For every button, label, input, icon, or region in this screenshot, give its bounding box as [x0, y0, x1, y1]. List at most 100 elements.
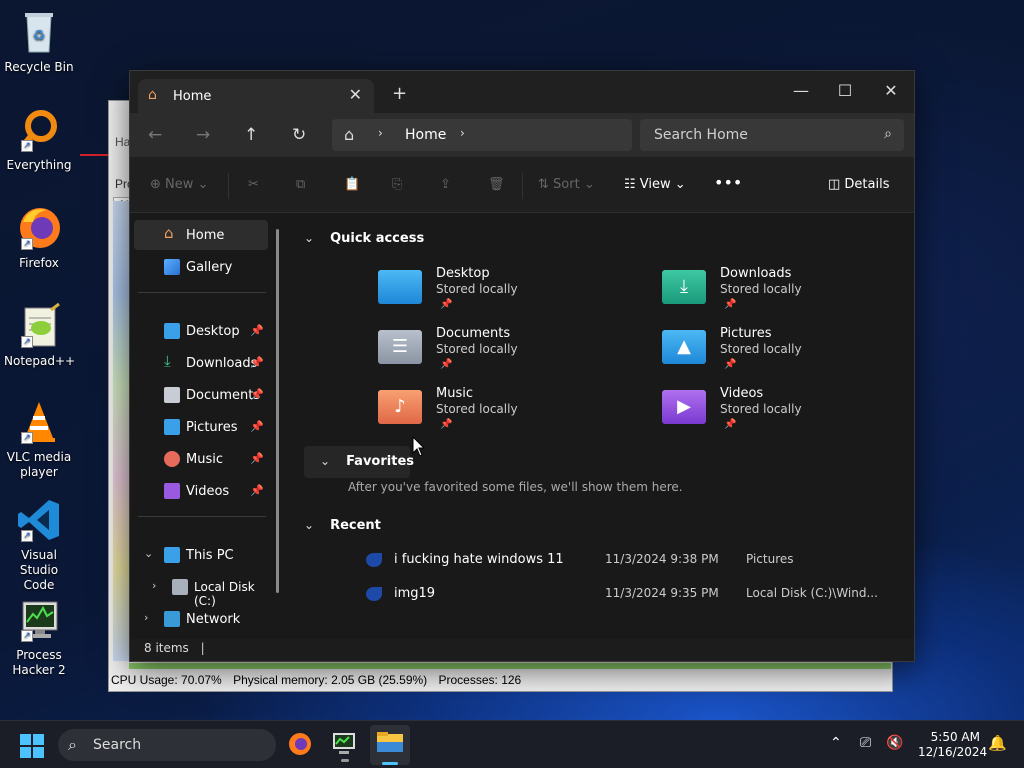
chevron-right-icon[interactable]: › — [152, 579, 156, 592]
taskbar-search[interactable]: ⌕ Search — [58, 729, 276, 761]
network-status-icon[interactable]: ⎚ — [860, 735, 871, 751]
sidebar-item-desktop[interactable]: Desktop 📌 — [134, 316, 268, 346]
desktop-icon-label: Notepad++ — [4, 354, 76, 368]
sidebar-item-gallery[interactable]: Gallery — [134, 252, 268, 282]
search-box[interactable]: Search Home ⌕ — [640, 119, 904, 151]
chevron-right-icon[interactable]: › — [378, 126, 383, 140]
tab-home[interactable]: ⌂ Home ✕ — [138, 79, 374, 113]
view-button[interactable]: ☷ View ⌄ — [624, 177, 686, 192]
quick-access-item-pictures[interactable]: ▲ Pictures Stored locally 📌 — [662, 326, 932, 382]
recent-file-row[interactable]: img19 11/3/2024 9:35 PM Local Disk (C:)\… — [360, 580, 910, 608]
start-button[interactable] — [18, 730, 50, 760]
sort-button[interactable]: ⇅ Sort ⌄ — [538, 177, 595, 192]
pin-icon[interactable]: 📌 — [250, 324, 264, 337]
copy-icon[interactable]: ⧉ — [296, 177, 305, 192]
desktop-icon-process-hacker[interactable]: ↗ Process Hacker 2 — [4, 596, 74, 678]
new-tab-button[interactable]: + — [392, 83, 407, 104]
notification-bell-icon[interactable]: 🔔 — [988, 734, 1007, 752]
pin-icon[interactable]: 📌 — [250, 356, 264, 369]
details-button[interactable]: ◫ Details — [828, 177, 890, 192]
pictures-icon — [164, 419, 180, 435]
desktop-icon-everything[interactable]: ↗ Everything — [4, 106, 74, 173]
quick-access-item-music[interactable]: ♪ Music Stored locally 📌 — [378, 386, 648, 442]
clock-time: 5:50 AM — [930, 730, 980, 744]
paste-icon[interactable]: 📋 — [344, 177, 360, 192]
desktop-icon-notepad-plus-plus[interactable]: ↗ Notepad++ — [4, 302, 76, 369]
shortcut-arrow-icon: ↗ — [21, 336, 33, 348]
forward-arrow-icon[interactable]: → — [196, 125, 210, 145]
sidebar-item-downloads[interactable]: ⤓ Downloads 📌 — [134, 348, 268, 378]
maximize-button[interactable]: ☐ — [822, 77, 868, 105]
chevron-up-icon[interactable]: ⌃ — [830, 735, 842, 751]
sidebar-item-local-disk[interactable]: › Local Disk (C:) — [134, 572, 268, 608]
separator — [522, 173, 523, 199]
refresh-icon[interactable]: ↻ — [292, 125, 306, 145]
quick-access-item-downloads[interactable]: ⤓ Downloads Stored locally 📌 — [662, 266, 932, 322]
delete-icon[interactable]: 🗑 — [488, 177, 505, 192]
back-arrow-icon[interactable]: ← — [148, 125, 162, 145]
desktop-icon-firefox[interactable]: ↗ Firefox — [4, 204, 74, 271]
rename-icon[interactable]: ⎘ — [392, 177, 402, 192]
search-input[interactable]: Search Home — [654, 127, 748, 143]
command-bar: ⊕ New ⌄ ✂ ⧉ 📋 ⎘ ⇪ 🗑 ⇅ Sort ⌄ ☷ View ⌄ ••… — [130, 157, 914, 213]
breadcrumb-home[interactable]: Home — [405, 127, 446, 143]
home-icon: ⌂ — [164, 224, 174, 242]
favorites-header[interactable]: ⌄ Favorites — [320, 454, 414, 469]
minimize-button[interactable]: — — [778, 77, 824, 105]
title-bar[interactable]: ⌂ Home ✕ + — ☐ ✕ — [130, 71, 914, 113]
chevron-down-icon[interactable]: ⌄ — [144, 547, 153, 560]
vscode-icon: ↗ — [15, 496, 63, 544]
cut-icon[interactable]: ✂ — [248, 177, 259, 192]
sidebar-item-network[interactable]: › Network — [134, 604, 268, 634]
taskbar-file-explorer[interactable] — [370, 725, 410, 765]
chevron-right-icon[interactable]: › — [460, 126, 465, 140]
taskbar-firefox[interactable] — [286, 730, 318, 760]
quick-access-item-desktop[interactable]: Desktop Stored locally 📌 — [378, 266, 648, 322]
pin-icon[interactable]: 📌 — [250, 420, 264, 433]
pin-icon: 📌 — [724, 419, 737, 430]
pin-icon[interactable]: 📌 — [250, 452, 264, 465]
taskbar-process-hacker[interactable] — [330, 730, 362, 762]
close-tab-icon[interactable]: ✕ — [349, 85, 362, 104]
desktop-icon-recycle-bin[interactable]: ♻ Recycle Bin — [4, 8, 74, 75]
item-name: Videos — [720, 386, 764, 401]
pin-icon[interactable]: 📌 — [250, 484, 264, 497]
vlc-icon: ↗ — [15, 398, 63, 446]
status-divider: | — [200, 641, 205, 655]
file-explorer-window[interactable]: ⌂ Home ✕ + — ☐ ✕ ← → ↑ ↻ ⌂ › Home › Sear… — [129, 70, 915, 662]
item-status: Stored locally — [436, 282, 518, 296]
sidebar-item-music[interactable]: Music 📌 — [134, 444, 268, 474]
close-window-button[interactable]: ✕ — [868, 77, 914, 105]
ph-cpu-usage: CPU Usage: 70.07% — [111, 673, 222, 687]
new-button[interactable]: ⊕ New ⌄ — [150, 177, 208, 192]
favorites-empty-message: After you've favorited some files, we'll… — [348, 480, 683, 494]
system-clock[interactable]: 5:50 AM 12/16/2024 — [918, 730, 987, 760]
desktop-icon-vscode[interactable]: ↗ Visual Studio Code — [4, 496, 74, 593]
volume-muted-icon[interactable]: 🔇 — [886, 735, 903, 751]
divider — [138, 516, 266, 517]
sidebar-item-documents[interactable]: Documents 📌 — [134, 380, 268, 410]
address-bar[interactable]: ⌂ › Home › — [332, 119, 632, 151]
desktop-icon-vlc[interactable]: ↗ VLC media player — [4, 398, 74, 480]
download-icon: ⤓ — [164, 352, 171, 370]
more-options-icon[interactable]: ••• — [714, 173, 742, 192]
pin-icon[interactable]: 📌 — [250, 388, 264, 401]
chevron-right-icon[interactable]: › — [144, 611, 148, 624]
navigation-bar: ← → ↑ ↻ ⌂ › Home › Search Home ⌕ — [130, 113, 914, 157]
file-date: 11/3/2024 9:38 PM — [605, 552, 719, 566]
sidebar-scrollbar[interactable] — [276, 229, 279, 593]
sidebar-item-videos[interactable]: Videos 📌 — [134, 476, 268, 506]
share-icon[interactable]: ⇪ — [440, 177, 451, 192]
recent-header[interactable]: ⌄ Recent — [304, 518, 381, 533]
running-indicator — [341, 759, 349, 762]
quick-access-item-videos[interactable]: ▶ Videos Stored locally 📌 — [662, 386, 932, 442]
quick-access-item-documents[interactable]: ☰ Documents Stored locally 📌 — [378, 326, 648, 382]
sidebar-item-pictures[interactable]: Pictures 📌 — [134, 412, 268, 442]
up-arrow-icon[interactable]: ↑ — [244, 125, 258, 145]
view-label: View — [639, 177, 671, 192]
recent-file-row[interactable]: i fucking hate windows 11 11/3/2024 9:38… — [360, 546, 910, 574]
quick-access-header[interactable]: ⌄ Quick access — [304, 231, 424, 246]
sidebar-item-home[interactable]: ⌂ Home — [134, 220, 268, 250]
item-count: 8 items — [144, 641, 189, 655]
sidebar-item-this-pc[interactable]: ⌄ This PC — [134, 540, 268, 570]
